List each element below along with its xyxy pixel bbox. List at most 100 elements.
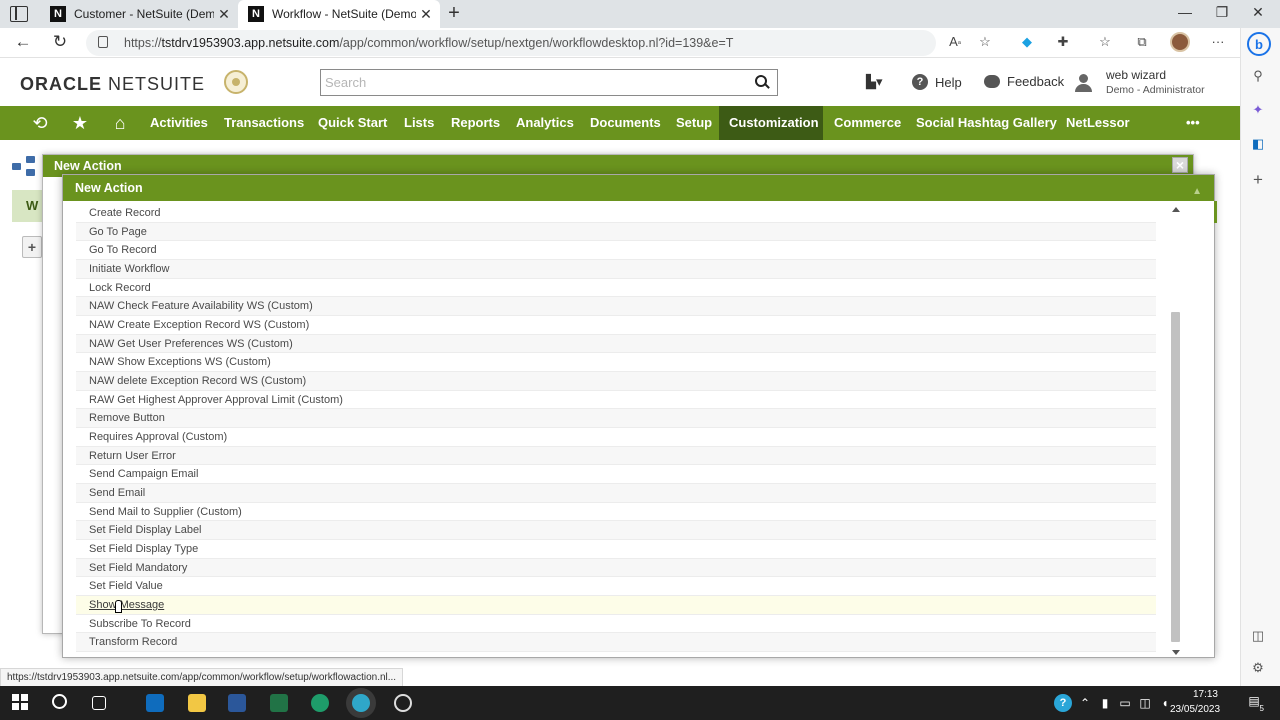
bing-icon[interactable]: b (1247, 32, 1271, 56)
action-option[interactable]: NAW delete Exception Record WS (Custom) (76, 372, 1156, 391)
favorite-star-icon[interactable]: ☆ (974, 34, 996, 50)
oracle-netsuite-logo[interactable]: ORACLE NETSUITE (20, 74, 205, 95)
window-close-icon[interactable]: ✕ (1248, 4, 1268, 21)
edge-app-icon[interactable] (311, 694, 329, 712)
scroll-thumb[interactable] (1171, 312, 1180, 642)
url-field[interactable]: https://tstdrv1953903.app.netsuite.com/a… (86, 30, 936, 56)
action-option[interactable]: NAW Show Exceptions WS (Custom) (76, 353, 1156, 373)
scroll-up-arrow-icon[interactable] (1172, 207, 1180, 212)
action-option[interactable]: Initiate Workflow (76, 260, 1156, 279)
tab-actions-icon[interactable] (10, 6, 28, 22)
edge-active-app-icon[interactable] (352, 694, 370, 712)
action-option[interactable]: Set Field Display Label (76, 521, 1156, 541)
outlook-app-icon[interactable] (146, 694, 164, 712)
add-sidebar-icon[interactable]: + (1249, 170, 1267, 190)
search-sidebar-icon[interactable]: ⚲ (1249, 68, 1267, 84)
nav-quick-start[interactable]: Quick Start (308, 106, 397, 140)
action-option[interactable]: Transform Record (76, 633, 1156, 653)
tab-close-icon[interactable]: ✕ (416, 6, 436, 23)
nav-lists[interactable]: Lists (394, 106, 444, 140)
battery-icon[interactable]: ▭ (1117, 696, 1133, 710)
search-input[interactable] (321, 70, 741, 95)
microphone-icon[interactable]: ▮ (1097, 696, 1113, 710)
task-view-icon[interactable] (92, 696, 106, 710)
action-option[interactable]: RAW Get Highest Approver Approval Limit … (76, 391, 1156, 410)
favorites-icon[interactable]: ☆ (1094, 34, 1116, 50)
nav-setup[interactable]: Setup (666, 106, 722, 140)
action-option[interactable]: NAW Create Exception Record WS (Custom) (76, 316, 1156, 335)
word-app-icon[interactable] (228, 694, 246, 712)
feedback-link[interactable]: Feedback (984, 74, 1064, 89)
home-icon[interactable]: ⌂ (110, 113, 130, 133)
network-icon[interactable]: ◫ (1137, 696, 1153, 710)
settings-gear-icon[interactable]: ⚙ (1249, 660, 1267, 676)
nav-netlessor[interactable]: NetLessor (1056, 106, 1140, 140)
refresh-icon[interactable]: ↻ (49, 32, 71, 52)
minimize-icon[interactable]: — (1175, 4, 1195, 20)
tab-close-icon[interactable]: ✕ (214, 6, 234, 23)
action-option[interactable]: Send Email (76, 484, 1156, 503)
windows-start-icon[interactable] (12, 694, 30, 712)
tray-chevron-icon[interactable]: ⌃ (1077, 696, 1093, 710)
action-option[interactable]: Send Mail to Supplier (Custom) (76, 503, 1156, 522)
action-option[interactable]: Send Campaign Email (76, 465, 1156, 485)
file-explorer-icon[interactable] (188, 694, 206, 712)
recent-history-icon[interactable]: ⟲ (30, 113, 50, 133)
nav-reports[interactable]: Reports (441, 106, 510, 140)
action-option[interactable]: Set Field Mandatory (76, 558, 1156, 578)
taskbar-time[interactable]: 17:13 (1176, 689, 1218, 700)
close-icon[interactable]: × (1172, 157, 1188, 173)
action-option[interactable]: Go To Record (76, 241, 1156, 261)
extension-shield-icon[interactable]: ◆ (1016, 34, 1038, 50)
scroll-down-arrow-icon[interactable] (1172, 650, 1180, 655)
action-option[interactable]: Create Record (76, 204, 1156, 223)
action-option[interactable]: Subscribe To Record (76, 615, 1156, 634)
nav-customization[interactable]: Customization (719, 106, 823, 140)
action-option[interactable]: Go To Page (76, 222, 1156, 242)
nav-more-icon[interactable]: ••• (1176, 106, 1210, 140)
help-link[interactable]: ? Help (912, 74, 962, 90)
nav-activities[interactable]: Activities (140, 106, 218, 140)
nav-documents[interactable]: Documents (580, 106, 671, 140)
maximize-icon[interactable]: ❐ (1212, 4, 1232, 21)
nav-analytics[interactable]: Analytics (506, 106, 584, 140)
action-option[interactable]: NAW Get User Preferences WS (Custom) (76, 334, 1156, 354)
search-icon[interactable] (755, 75, 769, 89)
help-tray-icon[interactable]: ? (1054, 694, 1072, 712)
sidebar-toggle-icon[interactable]: ◫ (1249, 628, 1267, 644)
taskbar-date[interactable]: 23/05/2023 (1170, 704, 1220, 715)
action-option[interactable]: Remove Button (76, 409, 1156, 429)
browser-tab-strip: N Customer - NetSuite (Demo) ✕ N Workflo… (0, 0, 1280, 28)
browser-tab-workflow[interactable]: N Workflow - NetSuite (Demo) ✕ (238, 0, 440, 28)
add-state-button[interactable]: + (22, 236, 42, 258)
more-menu-icon[interactable]: ··· (1207, 34, 1229, 49)
new-tab-icon[interactable]: + (444, 2, 464, 25)
action-option[interactable]: Return User Error (76, 446, 1156, 466)
copilot-icon[interactable]: ✦ (1249, 102, 1267, 118)
action-option[interactable]: Lock Record (76, 279, 1156, 298)
favorites-star-icon[interactable]: ★ (70, 113, 90, 133)
excel-app-icon[interactable] (270, 694, 288, 712)
nav-transactions[interactable]: Transactions (214, 106, 314, 140)
recent-records-icon[interactable]: ▙▾ (866, 74, 883, 90)
outlook-icon[interactable]: ◧ (1249, 136, 1267, 152)
collapse-arrow-icon[interactable]: ▲ (1192, 179, 1202, 205)
read-aloud-icon[interactable]: Aᵃ (944, 34, 966, 49)
action-option[interactable]: NAW Check Feature Availability WS (Custo… (76, 297, 1156, 317)
collections-icon[interactable]: ⧉ (1131, 34, 1153, 50)
back-arrow-icon[interactable]: ← (12, 32, 34, 52)
action-option[interactable]: Requires Approval (Custom) (76, 428, 1156, 447)
browser-tab-title: Workflow - NetSuite (Demo) (272, 7, 416, 21)
action-option[interactable]: Show Message (76, 596, 1156, 615)
list-scrollbar[interactable] (1170, 205, 1181, 657)
browser-tab-customer[interactable]: N Customer - NetSuite (Demo) ✕ (40, 0, 238, 28)
nav-social-hashtag-gallery[interactable]: Social Hashtag Gallery (906, 106, 1067, 140)
recorder-app-icon[interactable] (394, 694, 412, 712)
action-option[interactable]: Set Field Display Type (76, 540, 1156, 559)
search-taskbar-icon[interactable] (52, 694, 67, 709)
lock-icon[interactable] (98, 36, 108, 48)
profile-avatar[interactable] (1170, 32, 1190, 52)
extensions-puzzle-icon[interactable]: ✚ (1052, 34, 1074, 50)
action-option[interactable]: Set Field Value (76, 577, 1156, 597)
nav-commerce[interactable]: Commerce (824, 106, 911, 140)
